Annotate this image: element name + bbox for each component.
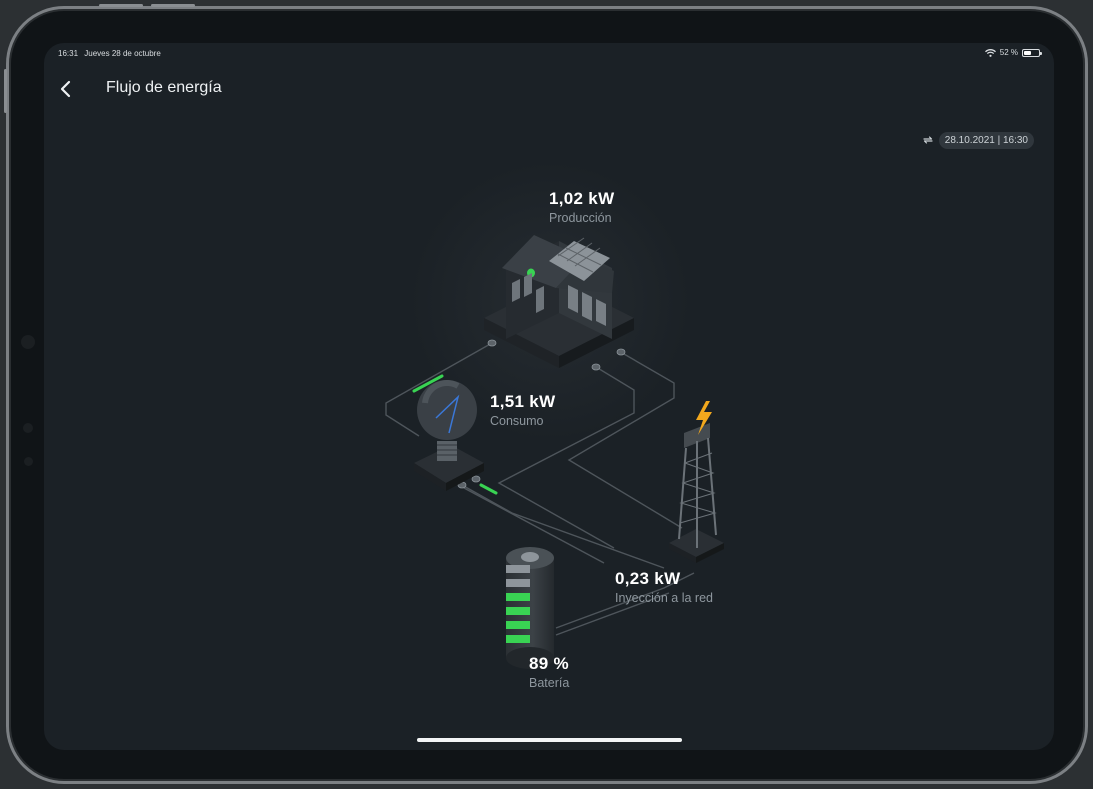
connector (487, 339, 497, 347)
production-label: Producción (549, 211, 612, 225)
battery-cell (506, 579, 530, 587)
grid-label: Inyección a la red (615, 591, 713, 605)
battery-illustration (506, 547, 554, 669)
battery-label: Batería (529, 676, 570, 690)
battery-cell (506, 621, 530, 629)
battery-cell (506, 635, 530, 643)
battery-value: 89 % (529, 654, 569, 673)
connector (616, 348, 626, 356)
connector (591, 363, 601, 371)
production-value: 1,02 kW (549, 189, 615, 208)
sensor-dot (23, 423, 33, 433)
grid-metric: 0,23 kW Inyección a la red (615, 569, 713, 605)
consumption-value: 1,51 kW (490, 392, 556, 411)
volume-down-button (151, 4, 195, 7)
consumption-metric: 1,51 kW Consumo (490, 392, 555, 428)
battery-cell (506, 593, 530, 601)
home-indicator[interactable] (417, 738, 682, 742)
battery-cell (506, 607, 530, 615)
app-screen: 16:31 Jueves 28 de octubre 52 % Flujo de… (44, 43, 1054, 750)
battery-metric: 89 % Batería (529, 654, 569, 690)
power-button (4, 69, 7, 113)
volume-up-button (99, 4, 143, 7)
sensor-dot (24, 457, 33, 466)
lightbulb-illustration (414, 380, 484, 491)
grid-value: 0,23 kW (615, 569, 681, 588)
camera-dot (21, 335, 35, 349)
production-metric: 1,02 kW Producción (549, 189, 614, 225)
line-bulb-to-grid (461, 484, 665, 569)
grid-tower-illustration (669, 401, 724, 563)
flow-indicator-battery (479, 483, 498, 495)
consumption-label: Consumo (490, 414, 544, 428)
connector (471, 475, 481, 483)
battery-cell (506, 565, 530, 573)
